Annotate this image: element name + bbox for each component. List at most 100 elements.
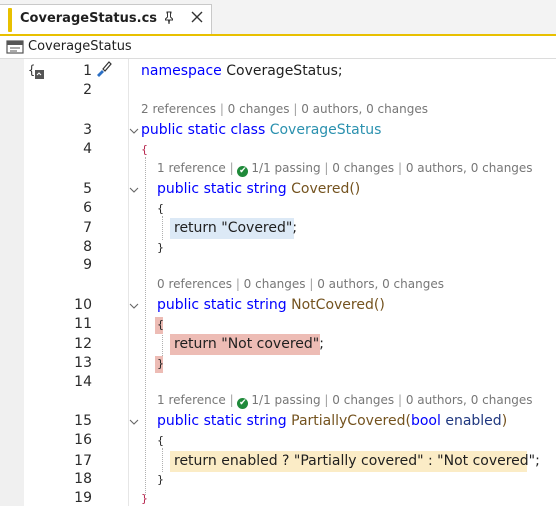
codelens-covered[interactable]: 1 reference | ✔ 1/1 passing | 0 changes |… (157, 160, 533, 177)
code-line-open-brace[interactable]: { (157, 315, 164, 334)
line-number: 1 (83, 63, 92, 79)
codelens-separator: | (394, 161, 406, 175)
keyword: string (246, 181, 287, 197)
collapse-icon[interactable] (129, 127, 139, 135)
line-number: 2 (83, 82, 92, 98)
tab-strip: CoverageStatus.cs (0, 0, 556, 34)
codelens-separator: | (320, 161, 333, 175)
codelens-authors[interactable]: 0 authors, 0 changes (301, 102, 428, 116)
codelens-class[interactable]: 2 references | 0 changes | 0 authors, 0 … (141, 101, 428, 117)
method-name: Covered() (291, 181, 360, 197)
line-number: 16 (74, 432, 92, 448)
code-line-covered-signature[interactable]: public static string Covered() (157, 180, 360, 199)
code-line-return-covered[interactable]: return "Covered"; (174, 219, 297, 238)
line-number: 10 (74, 297, 92, 313)
close-icon[interactable] (190, 10, 204, 24)
line-number: 12 (74, 336, 92, 352)
code-line-open-brace[interactable]: { (157, 199, 164, 218)
method-name: PartiallyCovered(bool enabled) (291, 413, 507, 429)
indent-guide (162, 216, 163, 240)
codelens-separator: | (232, 277, 244, 291)
parens: () (349, 181, 361, 197)
pin-icon[interactable] (162, 11, 176, 25)
codelens-tests[interactable]: 1/1 passing (251, 393, 320, 407)
line-number: 9 (83, 257, 92, 273)
codelens-separator: | (225, 161, 238, 175)
namespace-icon: { (28, 63, 44, 79)
codelens-changes[interactable]: 0 changes (244, 277, 306, 291)
keyword: string (246, 413, 287, 429)
keyword: static (203, 181, 243, 197)
code-editor[interactable]: { 1 2 3 4 5 6 7 8 9 10 11 12 13 14 15 16… (0, 59, 556, 506)
codelens-changes[interactable]: 0 changes (332, 393, 394, 407)
nav-class-selector[interactable]: CoverageStatus (28, 39, 132, 54)
codelens-references[interactable]: 0 references (157, 277, 232, 291)
codelens-authors[interactable]: 0 authors, 0 changes (317, 277, 444, 291)
line-number: 17 (74, 453, 92, 469)
method-name: NotCovered() (291, 297, 385, 313)
line-number: 14 (74, 374, 92, 390)
svg-text:{: { (28, 63, 35, 77)
keyword: public (157, 181, 200, 197)
codelens-references[interactable]: 2 references (141, 102, 216, 116)
codelens-tests[interactable]: 1/1 passing (251, 161, 320, 175)
keyword: string (246, 297, 287, 313)
line-number: 3 (83, 122, 92, 138)
code-line-return-partial[interactable]: return enabled ? "Partially covered" : "… (174, 452, 540, 471)
check-icon: ✔ (237, 166, 249, 177)
keyword: bool (410, 413, 441, 429)
keyword: public (141, 122, 184, 138)
keyword: static (203, 413, 243, 429)
line-number: 5 (83, 181, 92, 197)
code-line-close-brace[interactable]: } (141, 489, 148, 508)
keyword: public (157, 413, 200, 429)
collapse-icon[interactable] (129, 302, 139, 310)
codelens-authors[interactable]: 0 authors, 0 changes (406, 161, 533, 175)
keyword: public (157, 297, 200, 313)
codelens-references[interactable]: 1 reference (157, 393, 226, 407)
paren: ) (501, 413, 508, 429)
codelens-separator: | (394, 393, 406, 407)
codelens-separator: | (320, 393, 333, 407)
codelens-changes[interactable]: 0 changes (228, 102, 290, 116)
codelens-authors[interactable]: 0 authors, 0 changes (406, 393, 533, 407)
code-line-class[interactable]: public static class CoverageStatus (141, 121, 381, 140)
collapse-icon[interactable] (129, 418, 139, 426)
code-line-namespace[interactable]: namespace CoverageStatus; (141, 62, 343, 81)
namespace-name: CoverageStatus; (226, 63, 343, 79)
navigation-bar[interactable]: CoverageStatus (0, 36, 556, 59)
line-number: 8 (83, 239, 92, 255)
left-margin-strip (0, 59, 24, 506)
line-number: 7 (83, 220, 92, 236)
code-line-close-brace[interactable]: } (157, 238, 164, 257)
line-number: 15 (74, 413, 92, 429)
codelens-notcovered[interactable]: 0 references | 0 changes | 0 authors, 0 … (157, 276, 444, 292)
indent-guide (162, 332, 163, 356)
code-line-open-brace[interactable]: { (157, 431, 164, 450)
line-number: 4 (83, 141, 92, 157)
code-line-open-brace[interactable]: { (141, 140, 148, 159)
keyword: static (203, 297, 243, 313)
line-number: 19 (74, 490, 92, 506)
code-line-notcovered-signature[interactable]: public static string NotCovered() (157, 296, 385, 315)
code-line-close-brace[interactable]: } (157, 354, 164, 373)
codelens-changes[interactable]: 0 changes (332, 161, 394, 175)
method-identifier: Covered (291, 181, 350, 197)
collapse-icon[interactable] (129, 186, 139, 194)
keyword: static (187, 122, 227, 138)
code-line-close-brace[interactable]: } (157, 470, 164, 489)
codelens-partial[interactable]: 1 reference | ✔ 1/1 passing | 0 changes |… (157, 392, 533, 409)
codelens-separator: | (305, 277, 318, 291)
codelens-references[interactable]: 1 reference (157, 161, 226, 175)
class-name: CoverageStatus (269, 122, 382, 138)
tab-coverage-status[interactable]: CoverageStatus.cs (0, 4, 212, 34)
method-identifier: PartiallyCovered (291, 413, 406, 429)
keyword: class (230, 122, 266, 138)
tab-title[interactable]: CoverageStatus.cs (20, 11, 157, 26)
line-number: 18 (74, 471, 92, 487)
code-line-partial-signature[interactable]: public static string PartiallyCovered(bo… (157, 412, 507, 431)
indent-guide (145, 157, 146, 495)
edit-icon[interactable] (94, 59, 114, 79)
indent-guide (162, 448, 163, 472)
code-line-return-not-covered[interactable]: return "Not covered"; (174, 335, 324, 354)
